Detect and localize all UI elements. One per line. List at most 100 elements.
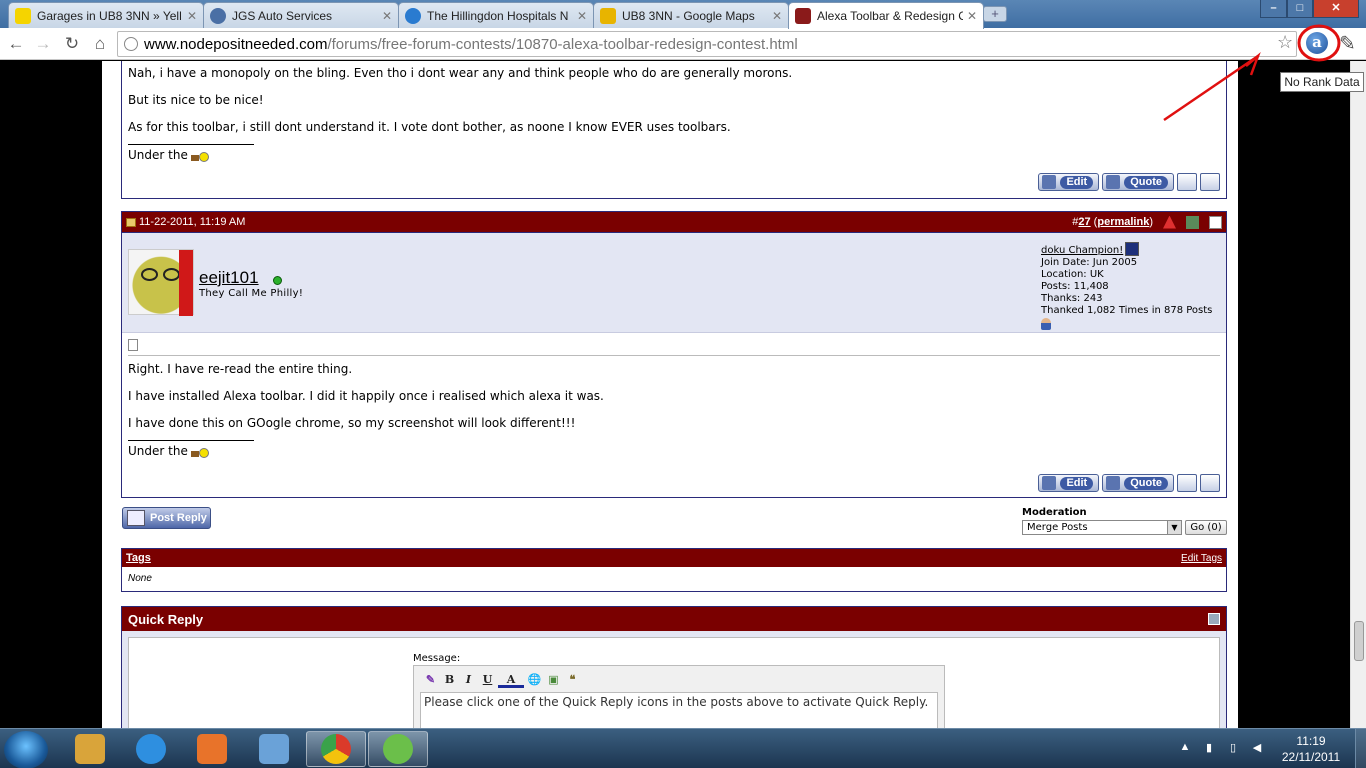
edit-label: Edit — [1060, 476, 1094, 490]
tags-title[interactable]: Tags — [126, 552, 151, 564]
multi-quote-icon[interactable] — [1177, 474, 1197, 492]
quick-reply-title: Quick Reply — [128, 611, 204, 627]
quote-wrap-icon[interactable]: ❝ — [564, 671, 581, 688]
inline-mod-checkbox[interactable] — [1209, 215, 1222, 229]
online-status-icon — [273, 276, 282, 285]
clock[interactable]: 11:19 22/11/2011 — [1276, 733, 1346, 765]
post-number-link[interactable]: 27 — [1078, 216, 1090, 228]
multi-quote-icon[interactable] — [1177, 173, 1197, 191]
quote-button[interactable]: Quote — [1102, 173, 1174, 191]
edit-icon — [1042, 175, 1057, 189]
remove-format-icon[interactable]: ✎ — [422, 671, 439, 688]
url-path: /forums/free-forum-contests/10870-alexa-… — [327, 35, 798, 53]
quick-reply-icon[interactable] — [1200, 474, 1220, 492]
minimize-button[interactable]: – — [1260, 0, 1287, 18]
infraction-icon[interactable] — [1186, 215, 1199, 229]
scroll-thumb[interactable] — [1354, 621, 1364, 661]
tab-jgs-auto[interactable]: JGS Auto Services ✕ — [203, 2, 399, 28]
alexa-toolbar-button[interactable]: a — [1306, 32, 1328, 54]
forum-page: Nah, i have a monopoly on the bling. Eve… — [102, 61, 1238, 728]
signal-icon[interactable]: ▮ — [1202, 741, 1216, 755]
taskbar-paint[interactable] — [244, 731, 304, 767]
rank-badge-icon — [1125, 242, 1140, 256]
post-27: 11-22-2011, 11:19 AM #27 (permalink) eej… — [121, 211, 1227, 498]
close-tab-icon[interactable]: ✕ — [967, 9, 977, 23]
page-scrollbar[interactable] — [1350, 61, 1366, 728]
address-bar[interactable]: www.nodepositneeded.com/forums/free-foru… — [117, 31, 1297, 57]
new-tab-button[interactable]: + — [983, 6, 1007, 22]
thanked-count: Thanked 1,082 Times in 878 Posts — [1041, 305, 1213, 316]
tab-yell[interactable]: Garages in UB8 3NN » Yell ✕ — [8, 2, 204, 28]
forward-icon[interactable]: → — [31, 33, 55, 55]
italic-button[interactable]: I — [460, 671, 477, 688]
tab-title: The Hillingdon Hospitals N — [427, 8, 569, 23]
taskbar-media-player[interactable] — [182, 731, 242, 767]
close-tab-icon[interactable]: ✕ — [577, 9, 587, 23]
post-reply-button[interactable]: Post Reply — [122, 507, 211, 529]
quote-button[interactable]: Quote — [1102, 474, 1174, 492]
show-desktop-button[interactable] — [1355, 729, 1366, 768]
avatar[interactable] — [128, 249, 194, 316]
close-window-button[interactable]: ✕ — [1313, 0, 1359, 18]
browser-toolbar: ← → ↻ ⌂ www.nodepositneeded.com/forums/f… — [0, 28, 1366, 60]
person-icon — [1041, 318, 1051, 330]
url-domain: www.nodepositneeded.com — [144, 35, 328, 53]
bold-button[interactable]: B — [441, 671, 458, 688]
glasses-icon — [141, 268, 183, 281]
bookmark-star-icon[interactable]: ☆ — [1277, 32, 1293, 53]
taskbar-internet-explorer[interactable] — [121, 731, 181, 767]
quick-reply-icon[interactable] — [1200, 173, 1220, 191]
start-button[interactable] — [4, 731, 48, 768]
image-icon[interactable]: ▣ — [545, 671, 562, 688]
reload-icon[interactable]: ↻ — [60, 33, 84, 55]
post-line: I have installed Alexa toolbar. I did it… — [128, 389, 604, 403]
taskbar-chrome[interactable] — [306, 731, 366, 767]
moderation-selected: Merge Posts — [1027, 522, 1088, 533]
battery-icon[interactable]: ▯ — [1226, 741, 1240, 755]
edit-button[interactable]: Edit — [1038, 173, 1100, 191]
font-color-button[interactable]: A — [498, 671, 524, 688]
username-link[interactable]: eejit101 — [199, 268, 259, 288]
collapse-icon[interactable] — [1208, 613, 1220, 625]
moderation-select[interactable]: Merge Posts ▼ — [1022, 520, 1182, 535]
tab-title: UB8 3NN - Google Maps — [622, 8, 755, 23]
post-header: 11-22-2011, 11:19 AM #27 (permalink) — [122, 212, 1226, 233]
close-tab-icon[interactable]: ✕ — [382, 9, 392, 23]
yell-favicon-icon — [15, 7, 31, 24]
globe-favicon-icon — [210, 7, 226, 24]
back-icon[interactable]: ← — [4, 33, 28, 55]
taskbar-messenger[interactable] — [368, 731, 428, 767]
close-tab-icon[interactable]: ✕ — [772, 9, 782, 23]
maximize-button[interactable]: □ — [1287, 0, 1313, 18]
link-icon[interactable]: 🌐 — [526, 671, 543, 688]
tab-hillingdon[interactable]: The Hillingdon Hospitals N ✕ — [398, 2, 594, 28]
volume-icon[interactable]: ◀ — [1250, 741, 1264, 755]
old-post-icon — [126, 217, 136, 227]
edit-button[interactable]: Edit — [1038, 474, 1100, 492]
messenger-icon — [383, 734, 413, 764]
edit-tags-link[interactable]: Edit Tags — [1181, 553, 1222, 564]
quote-label: Quote — [1124, 476, 1168, 490]
ie-icon — [136, 734, 166, 764]
page-info-icon[interactable] — [124, 37, 138, 51]
permalink-link[interactable]: permalink — [1097, 216, 1149, 228]
show-hidden-icons[interactable]: ▲ — [1178, 741, 1192, 755]
post-line: Right. I have re-read the entire thing. — [128, 362, 353, 376]
moderation-go-button[interactable]: Go (0) — [1185, 520, 1227, 535]
tab-alexa-toolbar[interactable]: Alexa Toolbar & Redesign C ✕ — [788, 2, 984, 29]
quote-label: Quote — [1124, 175, 1168, 189]
user-title: They Call Me Philly! — [199, 288, 304, 299]
chevron-down-icon: ▼ — [1167, 521, 1181, 534]
underline-button[interactable]: U — [479, 671, 496, 688]
user-rank[interactable]: doku Champion! — [1041, 245, 1123, 256]
tags-box: Tags Edit Tags None — [121, 548, 1227, 592]
tab-google-maps[interactable]: UB8 3NN - Google Maps ✕ — [593, 2, 789, 28]
taskbar-explorer[interactable] — [60, 731, 120, 767]
message-textarea[interactable]: Please click one of the Quick Reply icon… — [420, 692, 938, 728]
wrench-menu-icon[interactable]: ✎ — [1339, 31, 1356, 56]
report-post-icon[interactable] — [1163, 215, 1176, 229]
tags-header: Tags Edit Tags — [122, 549, 1226, 567]
home-icon[interactable]: ⌂ — [88, 33, 112, 55]
close-tab-icon[interactable]: ✕ — [187, 9, 197, 23]
thanks-count: Thanks: 243 — [1041, 293, 1103, 304]
